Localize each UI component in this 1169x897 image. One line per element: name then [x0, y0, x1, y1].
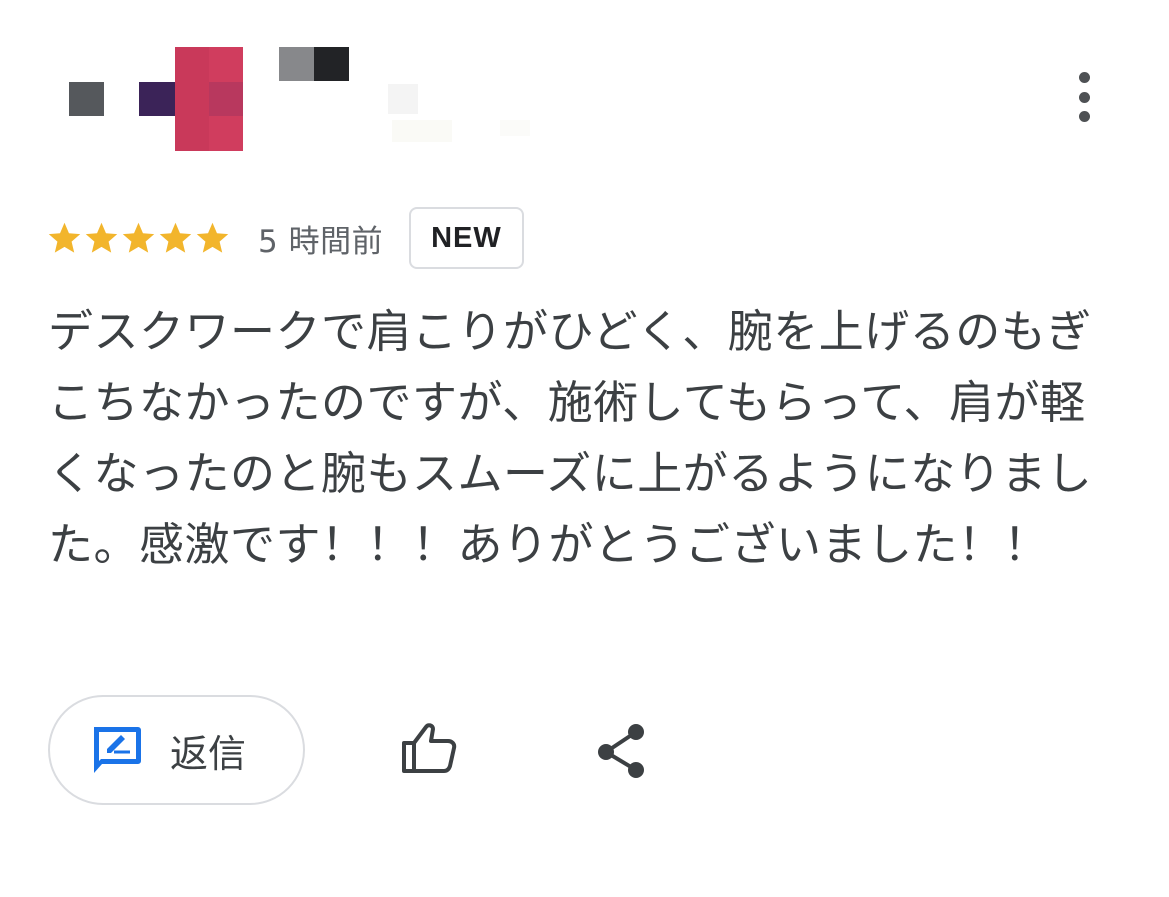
share-button[interactable] — [594, 722, 648, 780]
star-icon — [46, 220, 83, 257]
more-vert-icon-dot — [1078, 91, 1090, 103]
star-icon — [83, 220, 120, 257]
redacted-reviewer-avatar — [69, 82, 104, 116]
star-icon — [157, 220, 194, 257]
more-vert-icon — [1078, 72, 1090, 83]
rating-row: 5 時間前 NEW — [46, 204, 524, 272]
review-text: デスクワークで肩こりがひどく、腕を上げるのもぎこちなかったのですが、施術してもら… — [48, 305, 1093, 571]
new-badge: NEW — [409, 207, 524, 269]
redacted-reviewer-name — [279, 47, 314, 81]
more-vert-icon-dot — [1078, 111, 1090, 122]
reply-label: 返信 — [170, 731, 247, 776]
redacted-reviewer-info — [392, 120, 452, 142]
star-icon — [194, 220, 231, 257]
star-icon — [120, 220, 157, 257]
star-rating — [46, 220, 231, 257]
review-time: 5 時間前 — [258, 223, 384, 260]
redacted-reviewer-avatar — [175, 47, 209, 151]
reply-edit-icon — [90, 725, 142, 775]
redacted-reviewer-name — [314, 47, 349, 81]
reply-button[interactable]: 返信 — [48, 695, 305, 805]
redacted-reviewer-info — [500, 120, 530, 136]
review-header — [0, 0, 1169, 190]
redacted-reviewer-avatar — [139, 82, 175, 116]
more-options-button[interactable] — [1064, 68, 1104, 126]
like-button[interactable] — [400, 719, 458, 775]
redacted-reviewer-avatar — [209, 82, 243, 116]
share-icon — [594, 722, 648, 780]
redacted-reviewer-info — [388, 84, 418, 114]
thumbs-up-icon — [400, 719, 458, 775]
